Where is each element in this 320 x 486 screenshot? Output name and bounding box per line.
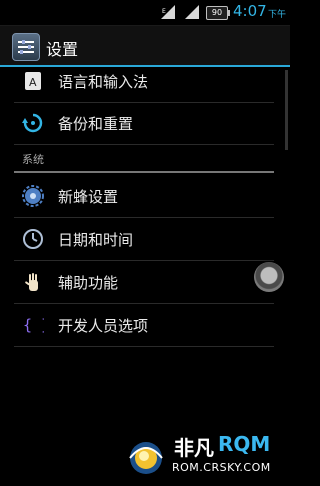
status-ampm: 下午: [268, 10, 287, 20]
clock-icon: [23, 229, 43, 249]
list-item-label: 开发人员选项: [58, 317, 149, 335]
svg-text:A: A: [29, 76, 37, 89]
status-bar: E 90 4:07 下午: [0, 0, 290, 26]
battery-level: 90: [211, 8, 223, 17]
status-clock: 4:07: [233, 2, 267, 20]
watermark: 非凡 RQM ROM.CRSKY.COM: [126, 430, 290, 482]
signal-icon: E: [161, 5, 175, 19]
gear-icon: [22, 185, 44, 207]
list-item-language[interactable]: A 语言和输入法: [14, 60, 274, 103]
list-item-label: 日期和时间: [58, 231, 134, 249]
list-item-backup[interactable]: 备份和重置: [14, 102, 274, 145]
battery-icon: 90: [206, 6, 230, 20]
page-title: 设置: [46, 40, 79, 59]
list-item-date-time[interactable]: 日期和时间: [14, 218, 274, 261]
list-item-label: 备份和重置: [58, 115, 134, 133]
list-item-label: 语言和输入法: [58, 73, 149, 91]
list-item-label: 新蜂设置: [58, 188, 119, 206]
watermark-url: ROM.CRSKY.COM: [172, 461, 271, 474]
scrollbar[interactable]: [285, 70, 288, 150]
list-item-xinfeng-settings[interactable]: 新蜂设置: [14, 175, 274, 218]
watermark-brand-left: 非凡: [174, 436, 214, 460]
settings-app-icon[interactable]: [12, 33, 40, 61]
svg-text:E: E: [162, 8, 166, 15]
backup-icon: [22, 113, 43, 133]
list-item-developer-options[interactable]: { } 开发人员选项: [14, 304, 274, 347]
section-divider: [14, 171, 274, 173]
watermark-brand-right: RQM: [218, 432, 271, 456]
assistive-touch-button[interactable]: [254, 262, 284, 292]
svg-text:{ }: { }: [23, 316, 44, 334]
list-item-label: 辅助功能: [58, 274, 119, 292]
list-item-accessibility[interactable]: 辅助功能: [14, 261, 274, 304]
braces-icon: { }: [23, 316, 44, 334]
language-icon: A: [25, 72, 41, 90]
signal-icon: [185, 5, 199, 19]
hand-icon: [25, 273, 38, 291]
sliders-icon: [18, 40, 34, 54]
section-header-system: 系统: [22, 153, 44, 166]
